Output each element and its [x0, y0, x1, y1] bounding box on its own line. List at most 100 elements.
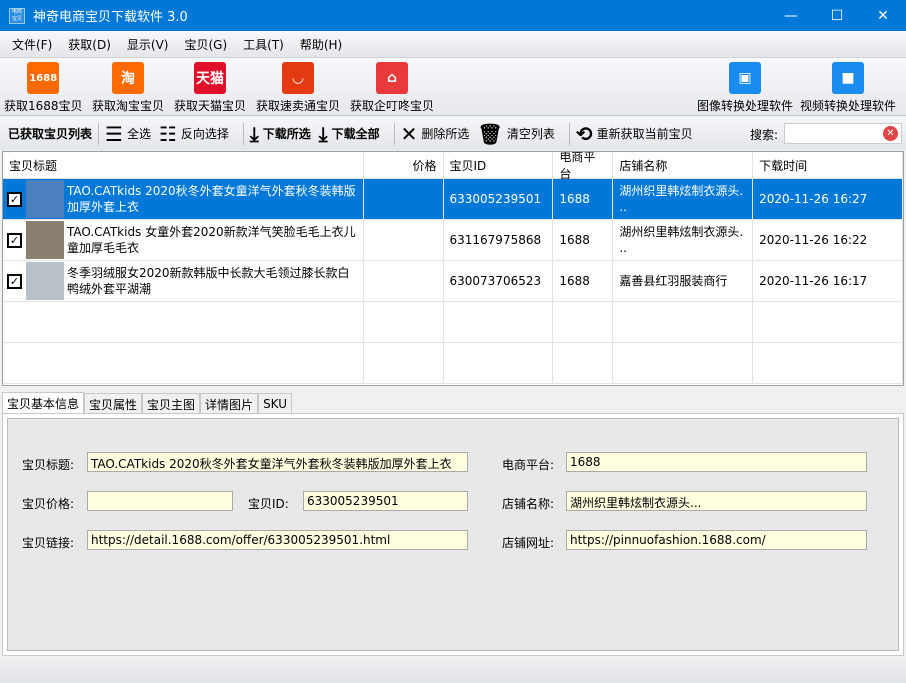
- menu-tools[interactable]: 工具(T): [235, 36, 292, 53]
- platform-field[interactable]: 1688: [566, 452, 867, 472]
- toolbar-button-qidingdong[interactable]: ⌂ 获取企叮咚宝贝: [350, 62, 434, 114]
- list-icon: ☷: [158, 121, 177, 146]
- maximize-button[interactable]: ☐: [814, 0, 860, 31]
- row-id: 633005239501: [444, 179, 554, 219]
- tab-basic-info[interactable]: 宝贝基本信息: [2, 392, 85, 414]
- row-checkbox[interactable]: ✓: [7, 191, 22, 207]
- shop-label: 店铺名称:: [502, 497, 555, 511]
- menu-item[interactable]: 宝贝(G): [176, 36, 235, 53]
- header-price[interactable]: 价格: [364, 152, 444, 178]
- product-thumbnail: [26, 180, 64, 218]
- table-row[interactable]: ✓ 冬季羽绒服女2020新款韩版中长款大毛领过膝长款白鸭绒外套平湖潮 6300737…: [3, 261, 903, 302]
- menu-file[interactable]: 文件(F): [4, 36, 60, 53]
- download-icon: ⤓: [249, 121, 259, 146]
- shop-field[interactable]: 湖州织里韩炫制衣源头...: [566, 491, 867, 511]
- clear-list-button[interactable]: 🗑 清空列表: [477, 122, 554, 146]
- menu-help[interactable]: 帮助(H): [292, 36, 350, 53]
- toolbar-button-aliexpress[interactable]: ◡ 获取速卖通宝贝: [256, 62, 340, 114]
- aliexpress-icon: ◡: [282, 62, 314, 94]
- window-title: 神奇电商宝贝下载软件 3.0: [33, 10, 188, 25]
- download-all-button[interactable]: ⤓ 下载全部: [319, 122, 380, 146]
- list-toolbar: 已获取宝贝列表 ☰ 全选 ☷ 反向选择 ⤓ 下载所选 ⤓ 下载全部 ✕ 删除所选 🗑 清空列…: [0, 117, 906, 150]
- table-row[interactable]: ✓ TAO.CATkids 女童外套2020新款洋气笑脸毛毛上衣儿童加厚毛毛衣 63…: [3, 220, 903, 261]
- toolbar-button-label: 获取速卖通宝贝: [256, 99, 341, 113]
- empty-row: [3, 302, 903, 343]
- toolbar-button-1688[interactable]: 1688 获取1688宝贝: [4, 62, 83, 114]
- menu-bar: 文件(F) 获取(D) 显示(V) 宝贝(G) 工具(T) 帮助(H): [0, 31, 906, 58]
- tab-attributes[interactable]: 宝贝属性: [84, 393, 143, 414]
- row-time: 2020-11-26 16:17: [753, 261, 903, 301]
- delete-selected-button[interactable]: ✕ 删除所选: [401, 122, 470, 146]
- close-button[interactable]: ✕: [860, 0, 906, 31]
- id-label: 宝贝ID:: [248, 497, 289, 511]
- download-selected-button[interactable]: ⤓ 下载所选: [250, 122, 311, 146]
- refetch-button[interactable]: ⟲ 重新获取当前宝贝: [576, 122, 693, 146]
- row-checkbox[interactable]: ✓: [7, 273, 22, 289]
- toolbar-button-video-convert[interactable]: ■ 视频转换处理软件: [800, 62, 896, 114]
- detail-panel: 宝贝标题: TAO.CATkids 2020秋冬外套女童洋气外套秋冬装韩版加厚外…: [2, 413, 904, 656]
- toolbar-button-image-convert[interactable]: ▣ 图像转换处理软件: [697, 62, 793, 114]
- row-price: [364, 220, 444, 260]
- app-icon: 电商宝贝: [9, 7, 25, 24]
- link-field[interactable]: https://detail.1688.com/offer/6330052395…: [87, 530, 468, 550]
- link-label: 宝贝链接:: [22, 536, 75, 550]
- header-id[interactable]: 宝贝ID: [444, 152, 554, 178]
- row-platform: 1688: [553, 220, 614, 260]
- row-id: 630073706523: [444, 261, 554, 301]
- tab-detail-images[interactable]: 详情图片: [200, 393, 259, 414]
- x-icon: ✕: [400, 121, 418, 146]
- row-shop: 嘉善县红羽服装商行: [613, 261, 754, 301]
- title-field[interactable]: TAO.CATkids 2020秋冬外套女童洋气外套秋冬装韩版加厚外套上衣: [87, 452, 468, 472]
- trash-icon: 🗑: [477, 121, 503, 146]
- tmall-icon: 天猫: [194, 62, 226, 94]
- menu-fetch[interactable]: 获取(D): [60, 36, 119, 53]
- minimize-button[interactable]: —: [768, 0, 814, 31]
- price-label: 宝贝价格:: [22, 497, 75, 511]
- row-time: 2020-11-26 16:22: [753, 220, 903, 260]
- refresh-icon: ⟲: [575, 121, 593, 146]
- taobao-icon: 淘: [112, 62, 144, 94]
- image-convert-icon: ▣: [729, 62, 761, 94]
- toolbar-button-label: 图像转换处理软件: [697, 99, 794, 113]
- search-input[interactable]: ✕: [784, 123, 902, 144]
- shop-url-label: 店铺网址:: [502, 536, 555, 550]
- clear-search-icon[interactable]: ✕: [883, 126, 898, 141]
- row-platform: 1688: [553, 261, 614, 301]
- menu-view[interactable]: 显示(V): [119, 36, 177, 53]
- row-price: [364, 261, 444, 301]
- invert-selection-button[interactable]: ☷ 反向选择: [159, 122, 229, 146]
- price-field[interactable]: [87, 491, 233, 511]
- shop-url-field[interactable]: https://pinnuofashion.1688.com/: [566, 530, 867, 550]
- table-header: 宝贝标题 价格 宝贝ID 电商平台 店铺名称 下载时间: [3, 152, 903, 181]
- toolbar-button-taobao[interactable]: 淘获取淘宝宝贝: [92, 62, 164, 114]
- header-title[interactable]: 宝贝标题: [3, 152, 364, 178]
- toolbar-button-tmall[interactable]: 天猫 获取天猫宝贝: [174, 62, 246, 114]
- list-label: 已获取宝贝列表: [8, 127, 93, 141]
- platform-label: 电商平台:: [502, 458, 555, 472]
- tab-sku[interactable]: SKU: [258, 393, 293, 414]
- tab-main-images[interactable]: 宝贝主图: [142, 393, 201, 414]
- id-field[interactable]: 633005239501: [303, 491, 468, 511]
- row-title: TAO.CATkids 女童外套2020新款洋气笑脸毛毛上衣儿童加厚毛毛衣: [67, 225, 356, 255]
- product-thumbnail: [26, 262, 64, 300]
- product-table: 宝贝标题 价格 宝贝ID 电商平台 店铺名称 下载时间 ✓ TAO.CATkids…: [2, 151, 904, 386]
- table-row[interactable]: ✓ TAO.CATkids 2020秋冬外套女童洋气外套秋冬装韩版加厚外套上衣 63…: [3, 179, 903, 220]
- toolbar-button-label: 获取1688宝贝: [4, 99, 83, 113]
- toolbar-button-label: 获取天猫宝贝: [174, 99, 247, 113]
- detail-tabs: 宝贝基本信息 宝贝属性 宝贝主图 详情图片 SKU: [2, 392, 293, 414]
- row-checkbox[interactable]: ✓: [7, 232, 22, 248]
- header-time[interactable]: 下载时间: [753, 152, 903, 178]
- checklist-icon: ☰: [105, 121, 123, 146]
- row-title: TAO.CATkids 2020秋冬外套女童洋气外套秋冬装韩版加厚外套上衣: [67, 184, 356, 214]
- toolbar-button-label: 获取企叮咚宝贝: [350, 99, 435, 113]
- header-platform[interactable]: 电商平台: [553, 152, 614, 181]
- main-toolbar: 1688 获取1688宝贝淘获取淘宝宝贝 天猫获取天猫宝贝 ◡ 获取速卖通宝贝 ⌂ 获取企叮…: [0, 58, 906, 116]
- search-label: 搜索:: [749, 128, 778, 142]
- header-shop[interactable]: 店铺名称: [613, 152, 754, 178]
- qidingdong-icon: ⌂: [376, 62, 408, 94]
- video-convert-icon: ■: [832, 62, 864, 94]
- product-thumbnail: [26, 221, 64, 259]
- row-price: [364, 179, 444, 219]
- empty-row: [3, 343, 903, 384]
- select-all-button[interactable]: ☰ 全选: [105, 122, 151, 146]
